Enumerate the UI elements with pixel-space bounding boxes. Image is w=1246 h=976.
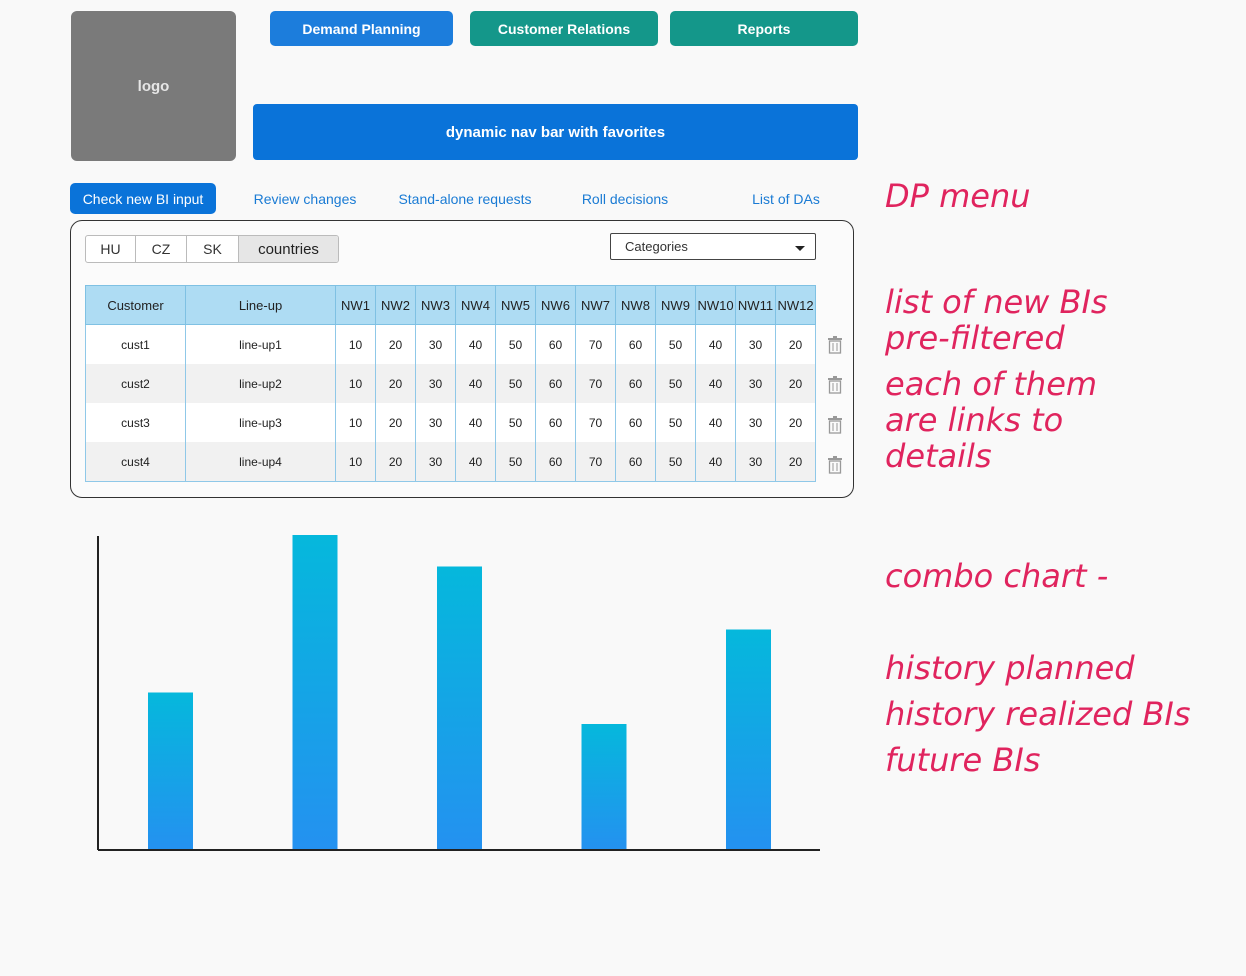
chart-bar bbox=[726, 629, 771, 850]
note-links-line3: details bbox=[885, 437, 992, 475]
note-links-line2: are links to bbox=[885, 401, 1064, 439]
note-dp-menu: DP menu bbox=[885, 177, 1031, 215]
chart-bar bbox=[148, 692, 193, 850]
note-history-planned: history planned bbox=[885, 649, 1135, 687]
note-list-line1: list of new BIs bbox=[885, 283, 1108, 321]
note-history-realized: history realized BIs bbox=[885, 695, 1191, 733]
chart-bar bbox=[581, 724, 627, 850]
note-list-line2: pre-filtered bbox=[885, 319, 1065, 357]
chart-bars bbox=[148, 535, 771, 850]
combo-chart bbox=[97, 535, 820, 851]
chart-bar bbox=[292, 535, 338, 850]
note-future-bis: future BIs bbox=[885, 741, 1041, 779]
note-combo-chart: combo chart - bbox=[885, 557, 1109, 595]
chart-bar bbox=[437, 566, 482, 850]
note-links-line1: each of them bbox=[885, 365, 1098, 403]
